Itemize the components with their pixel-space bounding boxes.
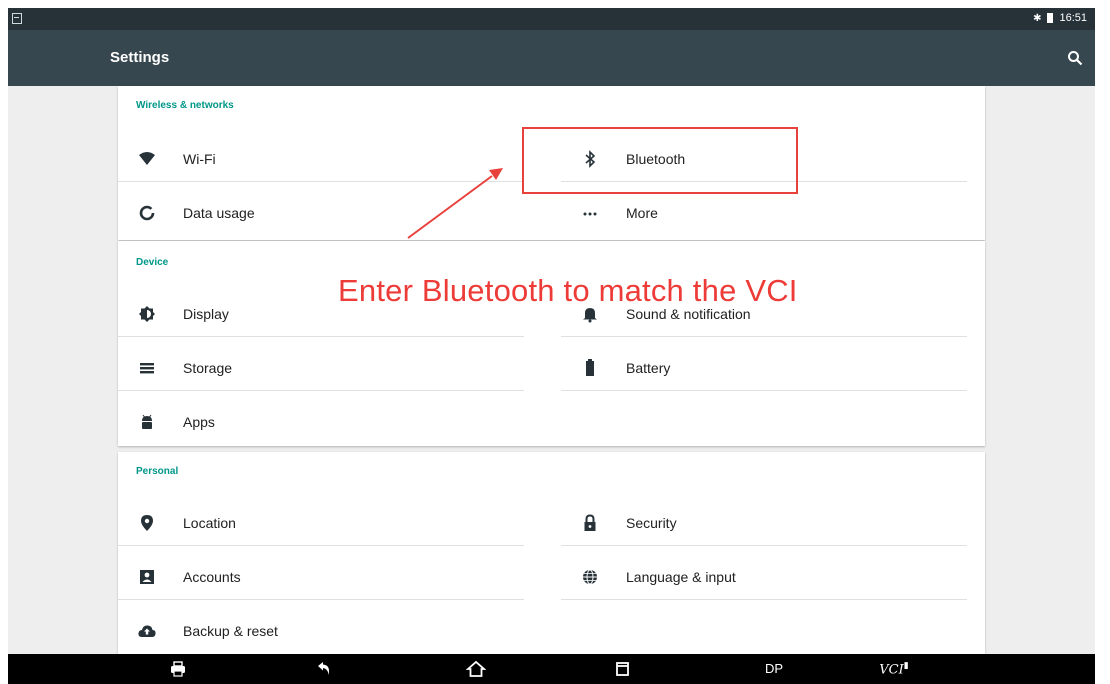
arrow-icon	[407, 168, 503, 239]
android-screen: ✱ 16:51 Settings Wireless & networks Wi-…	[8, 8, 1095, 684]
annotation-text: Enter Bluetooth to match the VCI	[338, 273, 798, 308]
